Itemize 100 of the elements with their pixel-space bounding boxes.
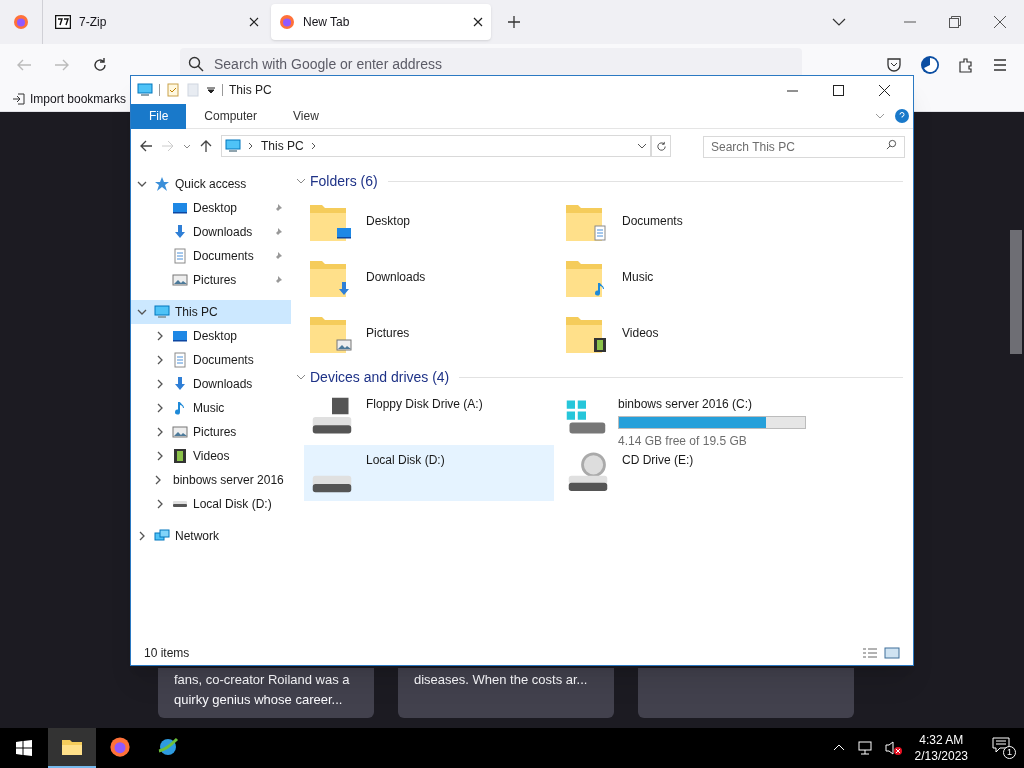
nav-item[interactable]: Music: [131, 396, 291, 420]
nav-item[interactable]: Pictures: [131, 268, 291, 292]
item-name: Local Disk (D:): [366, 452, 445, 469]
browser-tab[interactable]: New Tab: [271, 4, 491, 40]
chevron-icon[interactable]: [153, 475, 163, 485]
chevron-icon[interactable]: [155, 499, 165, 509]
nav-item[interactable]: Network: [131, 524, 291, 548]
nav-item[interactable]: Pictures: [131, 420, 291, 444]
item-name: Music: [622, 269, 654, 286]
tiles-view-icon[interactable]: [884, 647, 900, 659]
checkmark-icon[interactable]: [166, 83, 180, 97]
nav-item[interactable]: Downloads: [131, 220, 291, 244]
ribbon-tab[interactable]: Computer: [186, 103, 276, 129]
nav-label: Network: [175, 528, 219, 545]
item-name: Downloads: [366, 269, 426, 286]
down-arrow-icon: [172, 376, 188, 392]
picture-icon: [336, 337, 352, 353]
nav-item[interactable]: Local Disk (D:): [131, 492, 291, 516]
chevron-icon[interactable]: [309, 142, 318, 150]
notification-button[interactable]: 1: [992, 737, 1016, 759]
up-arrow-icon[interactable]: [199, 139, 213, 153]
ribbon-tab[interactable]: View: [275, 103, 337, 129]
network-icon[interactable]: [856, 740, 873, 756]
nav-label: Pictures: [193, 424, 237, 441]
drive-tile[interactable]: Local Disk (D:): [304, 445, 554, 501]
nav-item[interactable]: binbows server 2016: [131, 468, 291, 492]
nav-item[interactable]: This PC: [131, 300, 291, 324]
nav-item[interactable]: Downloads: [131, 372, 291, 396]
ribbon-tab[interactable]: File: [131, 103, 187, 129]
nav-item[interactable]: Desktop: [131, 324, 291, 348]
nav-label: Local Disk (D:): [193, 496, 272, 513]
chevron-icon[interactable]: [155, 403, 165, 413]
computer-icon: [225, 138, 241, 154]
down-arrow-icon: [172, 224, 188, 240]
nav-item[interactable]: Quick access: [131, 172, 291, 196]
restore-icon[interactable]: [949, 16, 961, 28]
folder-tile[interactable]: Videos: [560, 305, 810, 361]
plus-icon[interactable]: [507, 15, 521, 29]
back-arrow-icon[interactable]: [139, 139, 153, 153]
muted-speaker-icon[interactable]: [884, 740, 903, 756]
notification-badge: 1: [1003, 746, 1016, 759]
item-name: Documents: [622, 213, 683, 230]
taskbar-app[interactable]: [48, 728, 96, 768]
star-icon: [154, 176, 170, 192]
browser-tab[interactable]: 7-Zip: [47, 4, 267, 40]
chevron-icon[interactable]: [137, 307, 147, 317]
nav-item[interactable]: Videos: [131, 444, 291, 468]
reload-icon[interactable]: [92, 57, 108, 73]
news-card[interactable]: diseases. When the costs ar...: [398, 668, 614, 718]
pocket-icon[interactable]: [886, 57, 902, 73]
section-heading[interactable]: Folders (6): [310, 170, 378, 192]
firefox-icon: [279, 14, 295, 30]
chevron-icon[interactable]: [155, 379, 165, 389]
chevron-icon[interactable]: [155, 427, 165, 437]
address-field[interactable]: Search with Google or enter address: [180, 48, 802, 75]
tab-title: 7-Zip: [79, 14, 107, 31]
nav-label: Desktop: [193, 328, 238, 345]
document-icon: [592, 225, 608, 241]
close-icon[interactable]: [473, 17, 483, 27]
chevron-icon[interactable]: [137, 531, 147, 541]
chevron-icon[interactable]: [137, 179, 147, 189]
section-heading[interactable]: Devices and drives (4): [310, 366, 450, 388]
refresh-button[interactable]: [651, 135, 671, 157]
folder-tile[interactable]: Music: [560, 249, 810, 305]
clock-date[interactable]: 2/13/2023: [914, 748, 968, 764]
menu-icon[interactable]: [992, 57, 1008, 73]
tab-title: New Tab: [303, 14, 350, 31]
chevron-icon[interactable]: [155, 355, 165, 365]
nav-item[interactable]: Documents: [131, 348, 291, 372]
folder-tile[interactable]: Pictures: [304, 305, 554, 361]
folder-icon: [61, 738, 83, 756]
nav-item[interactable]: Desktop: [131, 196, 291, 220]
close-icon[interactable]: [249, 17, 259, 27]
nav-item[interactable]: Documents: [131, 244, 291, 268]
puzzle-piece-icon[interactable]: [958, 57, 974, 73]
chevron-icon[interactable]: [247, 142, 255, 150]
folder-tile[interactable]: Documents: [560, 193, 810, 249]
document-icon: [172, 248, 188, 264]
folder-tile[interactable]: Desktop: [304, 193, 554, 249]
address-bar[interactable]: This PC: [221, 135, 651, 157]
computer-icon: [154, 304, 170, 320]
drive-icon: [310, 473, 354, 495]
close-icon[interactable]: [994, 16, 1006, 28]
news-card[interactable]: fans, co-creator Roiland was a quirky genius whose career...: [158, 668, 374, 718]
drive-tile[interactable]: Floppy Disk Drive (A:): [304, 389, 554, 445]
dropdown-arrow-icon[interactable]: [206, 85, 216, 95]
scrollbar-thumb[interactable]: [1010, 230, 1022, 354]
status-text: 10 items: [144, 645, 190, 662]
breadcrumb-item[interactable]: This PC: [261, 137, 304, 155]
nav-label: binbows server 2016: [173, 472, 284, 489]
help-icon[interactable]: [895, 109, 909, 123]
bookmark-item[interactable]: Import bookmarks: [12, 89, 127, 108]
folder-tile[interactable]: Downloads: [304, 249, 554, 305]
clock-time[interactable]: 4:32 AM: [919, 732, 964, 748]
chevron-icon[interactable]: [155, 331, 165, 341]
item-name: CD Drive (E:): [622, 452, 694, 469]
search-field[interactable]: Search This PC: [703, 136, 905, 158]
item-name: Pictures: [366, 325, 410, 342]
chevron-icon[interactable]: [155, 451, 165, 461]
account-icon[interactable]: [920, 55, 940, 75]
